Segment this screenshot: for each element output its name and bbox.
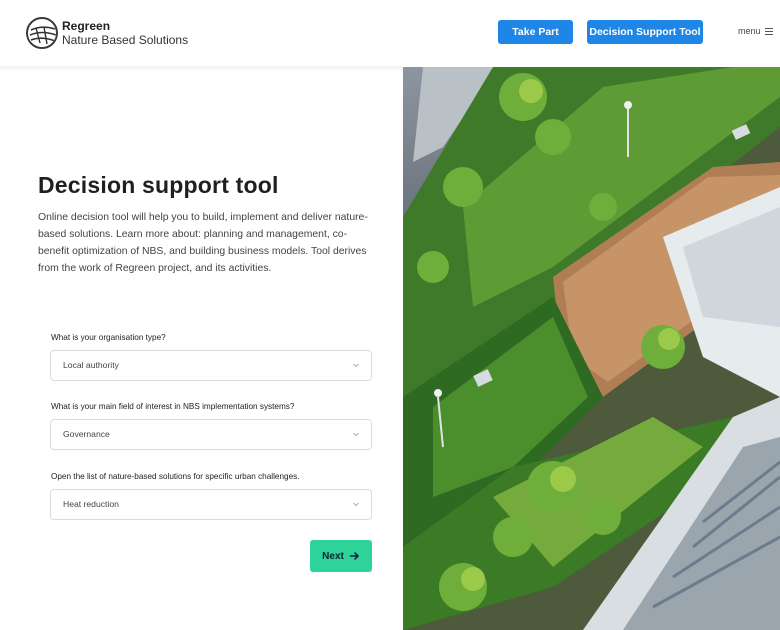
field-of-interest-select[interactable]: Governance [50, 419, 372, 450]
chevron-down-icon [353, 363, 359, 368]
organisation-type-select[interactable]: Local authority [50, 350, 372, 381]
page-description: Online decision tool will help you to bu… [38, 212, 368, 274]
brand-text[interactable]: Regreen Nature Based Solutions [62, 19, 188, 47]
urban-challenge-label: Open the list of nature-based solutions … [51, 472, 300, 481]
urban-challenge-select[interactable]: Heat reduction [50, 489, 372, 520]
regreen-logo-icon[interactable] [26, 17, 58, 49]
chevron-down-icon [353, 432, 359, 437]
organisation-type-label: What is your organisation type? [51, 333, 166, 342]
header-divider [0, 66, 403, 72]
decision-support-tool-button[interactable]: Decision Support Tool [587, 20, 703, 44]
site-header: Regreen Nature Based Solutions Take Part… [0, 0, 780, 66]
menu-icon [764, 27, 773, 35]
menu-label: menu [738, 26, 761, 36]
field-of-interest-value: Governance [63, 429, 110, 439]
arrow-right-icon [349, 551, 359, 561]
chevron-down-icon [353, 502, 359, 507]
next-button[interactable]: Next [310, 540, 372, 572]
green-roof-image [403, 67, 780, 630]
urban-challenge-value: Heat reduction [63, 499, 119, 509]
field-of-interest-label: What is your main field of interest in N… [51, 402, 295, 411]
brand-subtitle: Nature Based Solutions [62, 33, 189, 47]
organisation-type-value: Local authority [63, 360, 119, 370]
next-label: Next [322, 550, 344, 562]
menu-button[interactable]: menu [738, 26, 773, 36]
page-title: Decision support tool [38, 172, 279, 198]
take-part-button[interactable]: Take Part [498, 20, 573, 44]
brand-name: Regreen [62, 19, 111, 33]
